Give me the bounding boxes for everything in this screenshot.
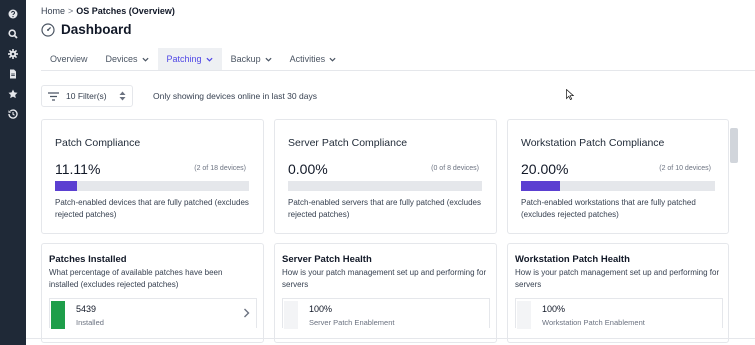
history-icon bbox=[8, 109, 18, 119]
tab-overview[interactable]: Overview bbox=[41, 48, 97, 70]
breadcrumb: Home > OS Patches (Overview) bbox=[41, 6, 175, 16]
device-count: (2 of 10 devices) bbox=[659, 165, 711, 172]
vertical-scrollbar[interactable] bbox=[730, 128, 738, 163]
sort-arrows-icon bbox=[119, 91, 126, 101]
page-title: Dashboard bbox=[61, 22, 132, 37]
enablement-color-swatch bbox=[517, 301, 531, 329]
tab-activities[interactable]: Activities bbox=[281, 48, 346, 70]
card-description: How is your patch management set up and … bbox=[282, 268, 487, 289]
stat-value: 100% bbox=[542, 304, 566, 314]
server-patch-health-card[interactable]: Server Patch Health How is your patch ma… bbox=[274, 243, 497, 343]
gear-icon bbox=[8, 49, 18, 59]
tab-label: Activities bbox=[289, 54, 326, 64]
compliance-percent: 11.11% bbox=[55, 161, 101, 177]
enablement-color-swatch bbox=[284, 301, 298, 329]
chevron-down-icon bbox=[141, 57, 149, 62]
compliance-progress-bar bbox=[521, 181, 715, 191]
compliance-percent: 0.00% bbox=[288, 161, 328, 177]
compliance-progress-bar bbox=[288, 181, 482, 191]
chevron-down-icon bbox=[329, 57, 336, 62]
card-title: Workstation Patch Health bbox=[515, 254, 630, 265]
tab-bar: Overview Devices Patching Backup Activit… bbox=[41, 48, 755, 71]
card-title: Server Patch Compliance bbox=[288, 137, 408, 149]
compliance-percent: 20.00% bbox=[521, 161, 569, 177]
tab-patching[interactable]: Patching bbox=[157, 48, 222, 70]
card-title: Workstation Patch Compliance bbox=[521, 137, 665, 149]
stat-label: Workstation Patch Enablement bbox=[542, 318, 645, 327]
stat-value: 5439 bbox=[76, 304, 97, 314]
workstation-patch-health-card[interactable]: Workstation Patch Health How is your pat… bbox=[507, 243, 729, 343]
tab-label: Patching bbox=[166, 54, 202, 64]
patch-compliance-card[interactable]: Patch Compliance 11.11% (2 of 18 devices… bbox=[41, 119, 264, 234]
filter-lines-icon bbox=[48, 91, 59, 101]
card-title: Server Patch Health bbox=[282, 254, 372, 265]
installed-color-swatch bbox=[51, 301, 65, 329]
breadcrumb-current: OS Patches (Overview) bbox=[76, 6, 175, 16]
device-count: (0 of 8 devices) bbox=[431, 165, 479, 172]
tab-label: Backup bbox=[230, 54, 261, 64]
sidebar-search[interactable] bbox=[0, 24, 26, 44]
card-description: Patch-enabled servers that are fully pat… bbox=[288, 198, 481, 219]
search-icon bbox=[8, 29, 18, 39]
filter-button[interactable]: 10 Filter(s) bbox=[41, 85, 133, 107]
main-content: Home > OS Patches (Overview) Dashboard Ove… bbox=[26, 0, 755, 345]
chevron-right-icon bbox=[244, 308, 250, 318]
workstation-patch-compliance-card[interactable]: Workstation Patch Compliance 20.00% (2 o… bbox=[507, 119, 729, 234]
stat-label: Server Patch Enablement bbox=[309, 318, 395, 327]
page-header: Dashboard bbox=[41, 22, 132, 37]
breadcrumb-home[interactable]: Home bbox=[41, 6, 65, 16]
card-description: Patch-enabled devices that are fully pat… bbox=[55, 198, 249, 219]
sidebar-favorites[interactable] bbox=[0, 84, 26, 104]
filter-count-label: 10 Filter(s) bbox=[66, 91, 107, 101]
tab-label: Overview bbox=[50, 54, 88, 64]
sidebar-help[interactable] bbox=[0, 4, 26, 24]
tab-devices[interactable]: Devices bbox=[97, 48, 158, 70]
sidebar-documents[interactable] bbox=[0, 64, 26, 84]
mouse-cursor-icon bbox=[566, 89, 574, 100]
chevron-down-icon bbox=[265, 57, 272, 62]
stat-value: 100% bbox=[309, 304, 333, 314]
sidebar bbox=[0, 0, 26, 345]
compliance-progress-bar bbox=[55, 181, 249, 191]
filter-note: Only showing devices online in last 30 d… bbox=[153, 91, 317, 101]
sidebar-history[interactable] bbox=[0, 104, 26, 124]
chevron-down-icon bbox=[206, 57, 213, 62]
card-description: Patch-enabled workstations that are full… bbox=[521, 198, 696, 219]
bottom-divider bbox=[26, 338, 755, 339]
server-patch-compliance-card[interactable]: Server Patch Compliance 0.00% (0 of 8 de… bbox=[274, 119, 497, 234]
enablement-stat-row[interactable]: 100% Server Patch Enablement bbox=[282, 298, 490, 329]
tab-label: Devices bbox=[105, 54, 138, 64]
help-icon bbox=[8, 9, 18, 19]
stat-label: Installed bbox=[76, 318, 104, 327]
sidebar-settings[interactable] bbox=[0, 44, 26, 64]
tab-backup[interactable]: Backup bbox=[222, 48, 281, 70]
card-title: Patches Installed bbox=[49, 254, 127, 265]
enablement-stat-row[interactable]: 100% Workstation Patch Enablement bbox=[515, 298, 723, 329]
star-icon bbox=[8, 89, 18, 99]
card-description: What percentage of available patches hav… bbox=[49, 268, 223, 289]
progress-fill bbox=[55, 181, 77, 191]
card-title: Patch Compliance bbox=[55, 137, 141, 149]
breadcrumb-separator: > bbox=[68, 6, 74, 16]
device-count: (2 of 18 devices) bbox=[194, 165, 246, 172]
dashboard-gauge-icon bbox=[41, 22, 55, 37]
progress-fill bbox=[521, 181, 560, 191]
patches-installed-card[interactable]: Patches Installed What percentage of ava… bbox=[41, 243, 264, 343]
installed-stat-row[interactable]: 5439 Installed bbox=[49, 298, 257, 329]
filter-bar: 10 Filter(s) Only showing devices online… bbox=[41, 84, 755, 108]
document-icon bbox=[10, 69, 16, 79]
card-description: How is your patch management set up and … bbox=[515, 268, 720, 289]
